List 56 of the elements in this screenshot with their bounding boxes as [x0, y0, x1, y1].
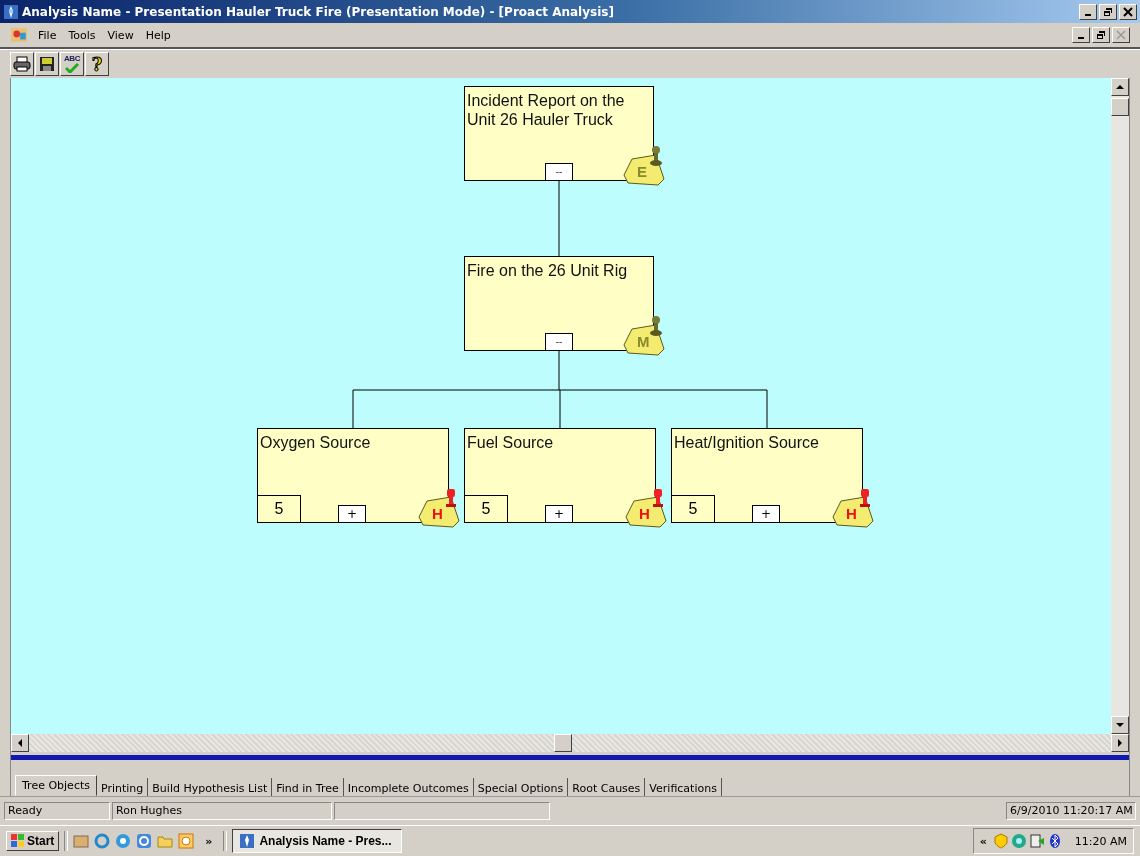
restore-button[interactable]: [1099, 3, 1117, 20]
scroll-thumb[interactable]: [1111, 98, 1129, 116]
printer-icon: [13, 55, 31, 73]
close-button[interactable]: [1119, 3, 1137, 20]
restore-icon: [1103, 6, 1113, 17]
taskbar-button[interactable]: Analysis Name - Pres...: [232, 829, 403, 853]
horizontal-scrollbar[interactable]: [11, 734, 1129, 752]
app-icon: [239, 833, 256, 849]
restore-button[interactable]: [1092, 27, 1110, 43]
expand-toggle[interactable]: --: [545, 333, 573, 351]
spellcheck-button[interactable]: ABC: [60, 52, 84, 76]
clock: 11:20 AM: [1074, 834, 1127, 848]
print-button[interactable]: [10, 52, 34, 76]
node-label: Incident Report on the Unit 26 Hauler Truck: [467, 91, 626, 129]
minimize-button[interactable]: [1079, 3, 1097, 20]
expand-toggle[interactable]: +: [752, 505, 780, 523]
document-icon: [10, 26, 28, 44]
menu-item[interactable]: File: [32, 28, 63, 42]
minimize-icon: [1085, 13, 1091, 16]
node-label: Fire on the 26 Unit Rig: [467, 261, 629, 280]
save-button[interactable]: [35, 52, 59, 76]
minimize-icon: [1078, 37, 1084, 39]
status-panel: 6/9/2010 11:20:17 AM: [1006, 802, 1136, 820]
minimize-button[interactable]: [1072, 27, 1090, 43]
tab[interactable]: Tree Objects: [15, 775, 97, 796]
expand-toggle[interactable]: --: [545, 163, 573, 181]
windows-logo-icon: [11, 834, 25, 848]
right-arrow-icon[interactable]: [1117, 739, 1123, 747]
close-icon: [1116, 30, 1126, 40]
node-label: Oxygen Source: [260, 433, 372, 452]
count-label: 5: [671, 495, 715, 523]
count-label: 5: [257, 495, 301, 523]
scroll-thumb[interactable]: [554, 734, 572, 752]
count-label: 5: [464, 495, 508, 523]
status-panel: Ready: [4, 802, 110, 820]
expand-toggle[interactable]: +: [338, 505, 366, 523]
expand-toggle[interactable]: +: [545, 505, 573, 523]
menu-item[interactable]: View: [101, 28, 140, 42]
up-arrow-icon[interactable]: [1116, 84, 1124, 90]
start-button[interactable]: Start: [6, 831, 60, 851]
close-button[interactable]: [1112, 27, 1130, 43]
tray-expand-button[interactable]: «: [979, 834, 987, 848]
checkmark-icon: [65, 63, 79, 73]
close-icon: [1123, 6, 1133, 17]
vertical-scrollbar[interactable]: [1111, 78, 1129, 734]
window-title: Analysis Name - Presentation Hauler Truck Fire (Presentation Mode) - [Proact Analysis]: [22, 4, 614, 19]
app-icon: [3, 3, 19, 20]
status-panel: Ron Hughes: [112, 802, 332, 820]
down-arrow-icon[interactable]: [1116, 722, 1124, 728]
node-label: Fuel Source: [467, 433, 555, 452]
node-label: Heat/Ignition Source: [674, 433, 820, 452]
more-button[interactable]: »: [199, 834, 219, 848]
menu-item[interactable]: Help: [139, 28, 177, 42]
left-arrow-icon[interactable]: [17, 739, 23, 747]
restore-icon: [1096, 30, 1106, 40]
menu-item[interactable]: Tools: [62, 28, 102, 42]
